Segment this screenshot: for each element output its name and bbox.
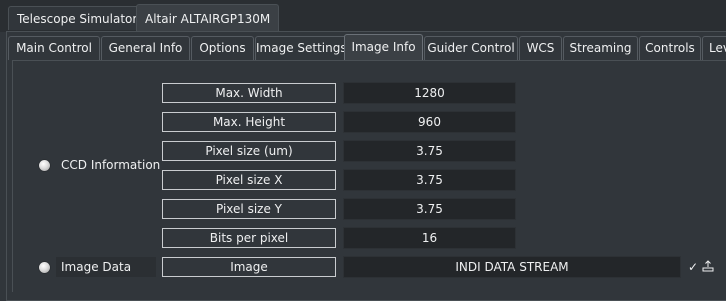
enable-check-icon[interactable]: ✓ (688, 260, 698, 274)
max-width-label: Max. Width (162, 83, 336, 103)
bits-per-pixel-label: Bits per pixel (162, 228, 336, 248)
tab-levels[interactable]: Lev (702, 36, 726, 60)
pixel-size-y-label: Pixel size Y (162, 199, 336, 219)
max-height-value: 960 (343, 111, 516, 133)
tab-controls[interactable]: Controls (639, 36, 701, 60)
tab-main-control[interactable]: Main Control (8, 36, 100, 60)
image-label: Image (162, 257, 336, 277)
upload-icon[interactable] (702, 260, 714, 272)
tab-image-info[interactable]: Image Info (344, 34, 423, 61)
bits-per-pixel-value: 16 (343, 227, 516, 249)
pixel-size-y-value: 3.75 (343, 198, 516, 220)
tab-general-info[interactable]: General Info (101, 36, 190, 60)
device-tab-telescope-simulator[interactable]: Telescope Simulator (8, 6, 147, 30)
ccd-information-label: CCD Information (61, 158, 161, 172)
tab-image-settings[interactable]: Image Settings (255, 36, 347, 60)
property-tab-bar: Main Control General Info Options Image … (8, 34, 726, 61)
ccd-information-status-led (39, 160, 50, 171)
image-data-status-led (39, 262, 50, 273)
max-height-label: Max. Height (162, 112, 336, 132)
device-tab-bar: Telescope Simulator Altair ALTAIRGP130M (0, 0, 726, 32)
image-value: INDI DATA STREAM (343, 256, 681, 278)
pixel-size-x-value: 3.75 (343, 169, 516, 191)
max-width-value: 1280 (343, 82, 516, 104)
tab-options[interactable]: Options (191, 36, 254, 60)
pixel-size-x-label: Pixel size X (162, 170, 336, 190)
image-data-label: Image Data (56, 257, 156, 277)
pixel-size-um-value: 3.75 (343, 140, 516, 162)
tab-guider-control[interactable]: Guider Control (424, 36, 518, 60)
device-tab-altair-camera[interactable]: Altair ALTAIRGP130M (136, 4, 280, 32)
pixel-size-um-label: Pixel size (um) (162, 141, 336, 161)
tab-streaming[interactable]: Streaming (563, 36, 638, 60)
tab-wcs[interactable]: WCS (519, 36, 562, 60)
